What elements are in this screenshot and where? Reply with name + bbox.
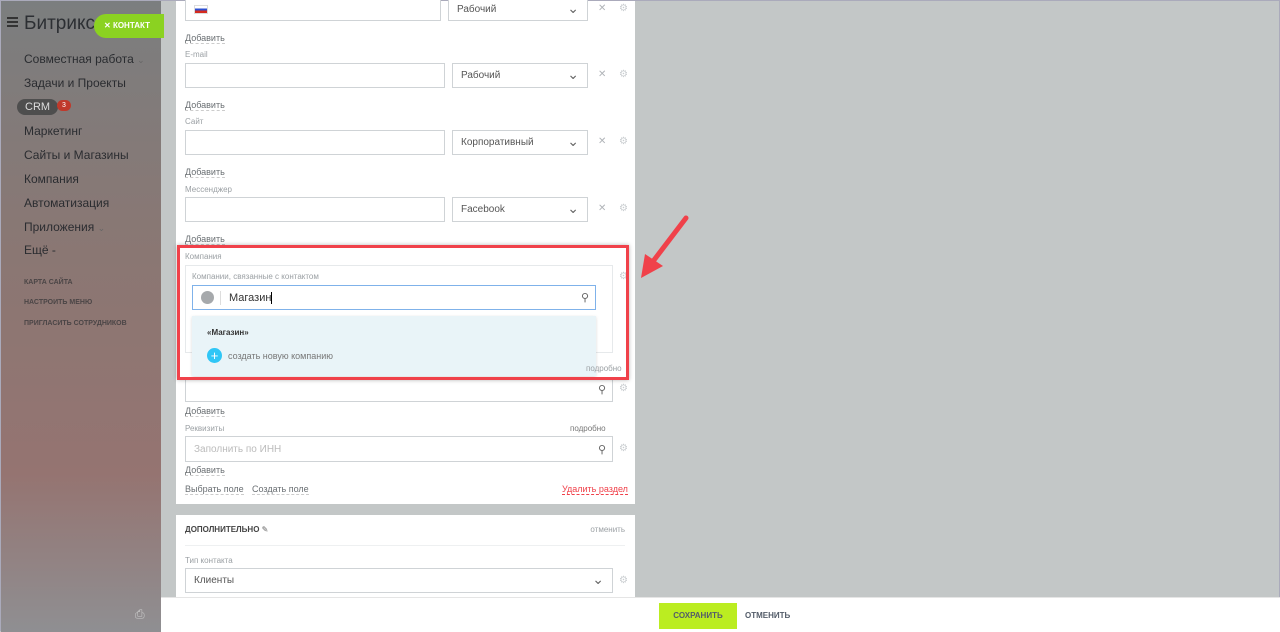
crm-badge: 3 — [57, 100, 71, 111]
remove-icon[interactable]: ✕ — [598, 203, 606, 214]
sidebar-item-crm[interactable]: CRM — [17, 99, 59, 115]
gear-icon[interactable]: ⚙ — [619, 383, 628, 394]
messenger-type-select[interactable]: Facebook — [452, 197, 588, 222]
sidebar-item-more[interactable]: Ещё - — [24, 243, 56, 257]
additional-panel: ДОПОЛНИТЕЛЬНО ✎ отменить Тип контакта Кл… — [176, 515, 635, 605]
requisites-label: Реквизиты — [185, 424, 225, 433]
search-icon[interactable]: ⚲ — [598, 383, 606, 396]
divider — [185, 545, 625, 546]
contact-type-label: Тип контакта — [185, 556, 233, 565]
email-label: E-mail — [185, 50, 208, 59]
chevron-down-icon: ⌄ — [137, 55, 145, 65]
contact-type-select[interactable]: Клиенты — [185, 568, 613, 593]
search-icon[interactable]: ⚲ — [598, 443, 606, 456]
highlight-box — [177, 245, 629, 380]
sidebar-item-automation[interactable]: Автоматизация — [24, 196, 109, 210]
close-icon: ✕ — [104, 21, 113, 30]
sidebar-item-collab[interactable]: Совместная работа ⌄ — [24, 52, 145, 66]
add-phone-link[interactable]: Добавить — [185, 33, 225, 44]
site-input[interactable] — [185, 130, 445, 155]
sidebar-item-tasks[interactable]: Задачи и Проекты — [24, 76, 126, 90]
sidebar-item-marketing[interactable]: Маркетинг — [24, 124, 82, 138]
label: Совместная работа — [24, 52, 134, 66]
sidebar-item-apps[interactable]: Приложения ⌄ — [24, 220, 105, 234]
messenger-label: Мессенджер — [185, 185, 232, 194]
hamburger-icon[interactable] — [7, 17, 18, 27]
invite-link[interactable]: ПРИГЛАСИТЬ СОТРУДНИКОВ — [24, 320, 127, 327]
phone-type-select[interactable]: Рабочий — [448, 0, 588, 21]
add-site-link[interactable]: Добавить — [185, 167, 225, 178]
sidebar: Битрикс ✕ КОНТАКТ Совместная работа ⌄ За… — [1, 1, 164, 632]
add-messenger-link[interactable]: Добавить — [185, 234, 225, 245]
chevron-down-icon: ⌄ — [97, 223, 106, 233]
logo: Битрикс — [24, 13, 95, 34]
gear-icon[interactable]: ⚙ — [619, 443, 628, 454]
requisites-input[interactable]: Заполнить по ИНН ⚲ — [185, 436, 613, 462]
phone-input[interactable] — [185, 0, 441, 21]
remove-icon[interactable]: ✕ — [598, 69, 606, 80]
address-input[interactable]: ⚲ — [185, 377, 613, 402]
russia-flag-icon — [194, 4, 208, 14]
create-field-link[interactable]: Создать поле — [252, 484, 309, 495]
add-address-link[interactable]: Добавить — [185, 406, 225, 417]
contact-close-button[interactable]: ✕ КОНТАКТ — [94, 14, 164, 38]
gear-icon[interactable]: ⚙ — [619, 69, 628, 80]
gear-icon[interactable]: ⚙ — [619, 3, 628, 14]
gear-icon[interactable]: ⚙ — [619, 575, 628, 586]
site-label: Сайт — [185, 117, 204, 126]
footer-bar: СОХРАНИТЬ ОТМЕНИТЬ — [161, 597, 1280, 632]
pencil-icon[interactable]: ✎ — [262, 525, 269, 534]
choose-field-link[interactable]: Выбрать поле — [185, 484, 244, 495]
add-requisites-link[interactable]: Добавить — [185, 465, 225, 476]
additional-title: ДОПОЛНИТЕЛЬНО ✎ — [185, 525, 269, 534]
additional-cancel-link[interactable]: отменить — [590, 525, 625, 534]
printer-icon[interactable]: ⎙ — [135, 607, 145, 622]
site-type-select[interactable]: Корпоративный — [452, 130, 588, 155]
remove-icon[interactable]: ✕ — [598, 3, 606, 14]
messenger-input[interactable] — [185, 197, 445, 222]
add-email-link[interactable]: Добавить — [185, 100, 225, 111]
email-input[interactable] — [185, 63, 445, 88]
gear-icon[interactable]: ⚙ — [619, 136, 628, 147]
arrow-annotation — [641, 215, 689, 278]
save-button[interactable]: СОХРАНИТЬ — [659, 603, 737, 629]
cancel-button[interactable]: ОТМЕНИТЬ — [745, 603, 790, 629]
sitemap-link[interactable]: КАРТА САЙТА — [24, 279, 73, 286]
email-type-select[interactable]: Рабочий — [452, 63, 588, 88]
delete-section-link[interactable]: Удалить раздел — [562, 484, 628, 495]
configure-menu-link[interactable]: НАСТРОИТЬ МЕНЮ — [24, 299, 92, 306]
label: Приложения — [24, 220, 95, 234]
placeholder: Заполнить по ИНН — [194, 443, 282, 455]
sidebar-item-sites[interactable]: Сайты и Магазины — [24, 148, 129, 162]
gear-icon[interactable]: ⚙ — [619, 203, 628, 214]
requisites-details-link[interactable]: подробно — [570, 424, 606, 433]
contact-label: КОНТАКТ — [112, 21, 150, 30]
sidebar-item-company[interactable]: Компания — [24, 172, 79, 186]
remove-icon[interactable]: ✕ — [598, 136, 606, 147]
